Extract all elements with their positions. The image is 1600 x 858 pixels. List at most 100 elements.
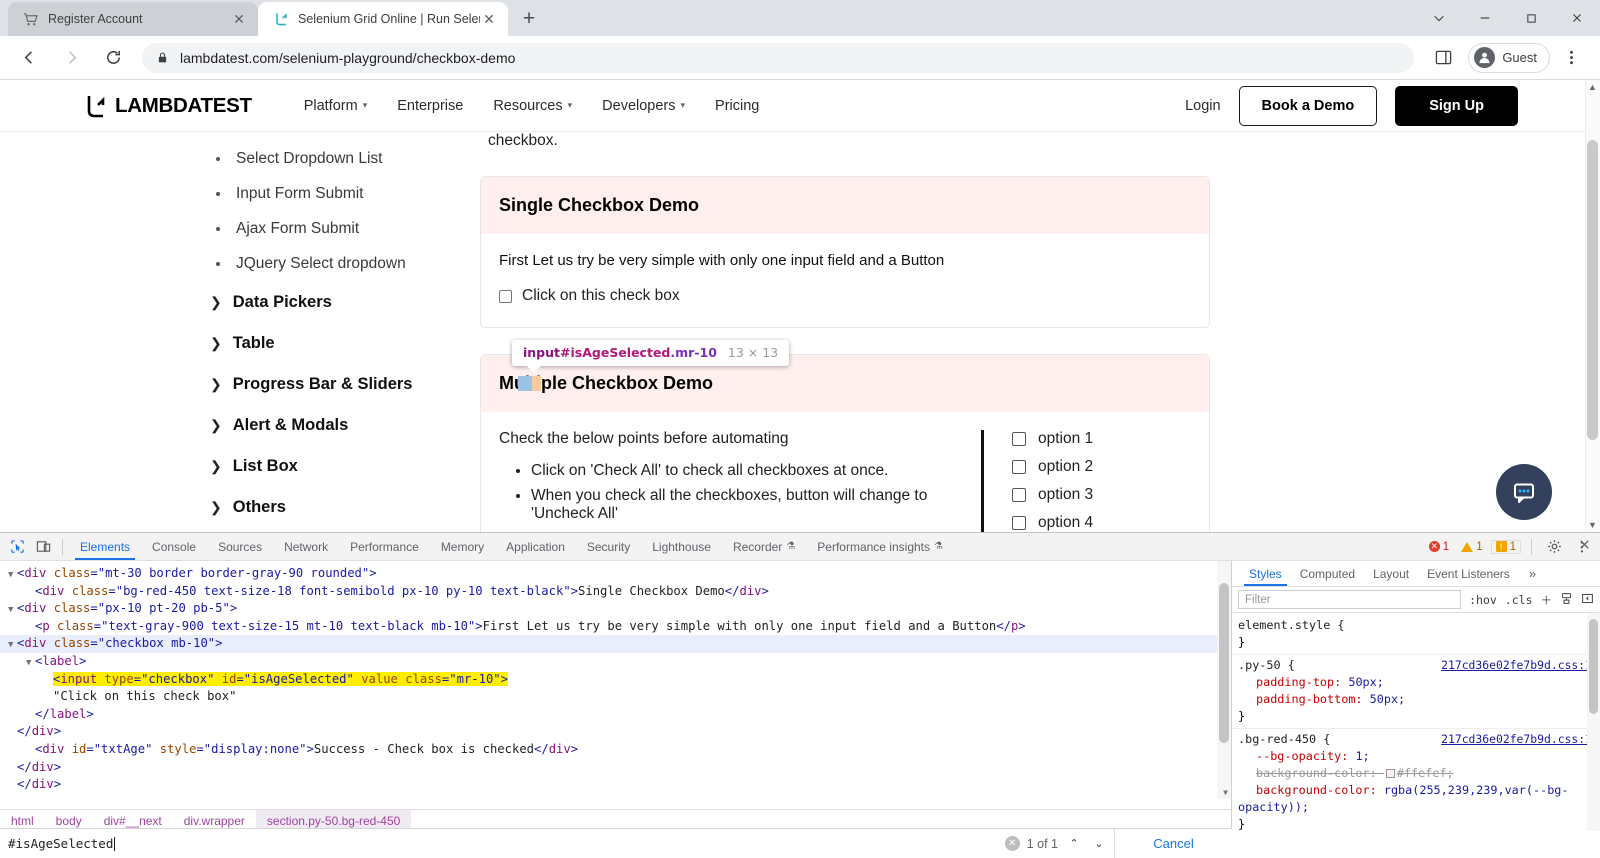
- option-2-checkbox[interactable]: [1012, 460, 1026, 474]
- close-icon[interactable]: ✕: [230, 10, 248, 28]
- search-next-icon[interactable]: ⌄: [1090, 834, 1108, 854]
- book-demo-button[interactable]: Book a Demo: [1239, 86, 1378, 126]
- minimize-icon[interactable]: [1462, 0, 1508, 36]
- sidebar-group-progress-bar-sliders[interactable]: ❯ Progress Bar & Sliders: [210, 364, 480, 405]
- scrollbar-thumb[interactable]: [1589, 619, 1598, 714]
- browser-tab-register-account[interactable]: Register Account ✕: [8, 2, 258, 36]
- issues-badge[interactable]: ! 1: [1491, 540, 1521, 554]
- dom-node-line[interactable]: ▼<div class="mt-30 border border-gray-90…: [0, 565, 1231, 583]
- cancel-search-button[interactable]: Cancel: [1114, 829, 1232, 858]
- error-badge[interactable]: ✕ 1: [1425, 541, 1453, 553]
- chrome-menu-icon[interactable]: [1555, 42, 1587, 74]
- option-4-row[interactable]: option 4: [1012, 514, 1191, 532]
- forward-icon[interactable]: [55, 42, 87, 74]
- sidebar-group-alert-modals[interactable]: ❯ Alert & Modals: [210, 405, 480, 446]
- styles-tab-layout[interactable]: Layout: [1364, 561, 1418, 586]
- option-3-checkbox[interactable]: [1012, 488, 1026, 502]
- style-rule[interactable]: .py-50 {217cd36e02fe7b9d.css:1padding-to…: [1232, 655, 1600, 729]
- style-declaration[interactable]: padding-top: 50px;: [1238, 674, 1600, 691]
- scroll-down-icon[interactable]: ▼: [1223, 788, 1228, 797]
- warning-badge[interactable]: 1: [1457, 541, 1486, 553]
- inspect-element-icon[interactable]: [4, 534, 30, 560]
- devtools-tab-performance-insights[interactable]: Performance insights ⚗: [806, 533, 954, 560]
- dom-scrollbar[interactable]: ▼: [1217, 561, 1231, 799]
- nav-item-pricing[interactable]: Pricing: [715, 98, 759, 114]
- styles-rules-list[interactable]: element.style {}.py-50 {217cd36e02fe7b9d…: [1232, 613, 1600, 831]
- option-4-checkbox[interactable]: [1012, 516, 1026, 530]
- devtools-settings-gear-icon[interactable]: [1542, 535, 1566, 559]
- sidebar-item-input-form-submit[interactable]: Input Form Submit: [210, 177, 480, 212]
- styles-more-tabs-icon[interactable]: »: [1523, 566, 1542, 581]
- sign-up-button[interactable]: Sign Up: [1395, 86, 1518, 126]
- color-swatch-icon[interactable]: [1386, 769, 1395, 778]
- devtools-tab-recorder[interactable]: Recorder ⚗: [722, 533, 806, 560]
- sidebar-item-jquery-select-dropdown[interactable]: JQuery Select dropdown: [210, 247, 480, 282]
- dom-node-line[interactable]: </label>: [0, 706, 1231, 724]
- nav-item-platform[interactable]: Platform ▾: [304, 98, 368, 114]
- devtools-tab-lighthouse[interactable]: Lighthouse: [641, 533, 722, 560]
- sidebar-item-select-dropdown-list[interactable]: Select Dropdown List: [210, 142, 480, 177]
- scrollbar-thumb[interactable]: [1587, 140, 1598, 440]
- address-bar[interactable]: lambdatest.com/selenium-playground/check…: [142, 43, 1414, 73]
- element-classes-icon[interactable]: [1560, 592, 1573, 608]
- styles-tab-styles[interactable]: Styles: [1240, 561, 1291, 586]
- style-declaration[interactable]: padding-bottom: 50px;: [1238, 691, 1600, 708]
- device-toolbar-icon[interactable]: [30, 534, 56, 560]
- devtools-tab-network[interactable]: Network: [273, 533, 339, 560]
- maximize-icon[interactable]: [1508, 0, 1554, 36]
- dom-node-line[interactable]: <div id="txtAge" style="display:none">Su…: [0, 741, 1231, 759]
- dom-node-line[interactable]: ▼<label>: [0, 653, 1231, 671]
- hov-toggle[interactable]: :hov: [1469, 593, 1497, 607]
- profile-button[interactable]: Guest: [1468, 43, 1550, 73]
- devtools-tab-security[interactable]: Security: [576, 533, 641, 560]
- single-checkbox-row[interactable]: Click on this check box: [499, 287, 1191, 305]
- sidebar-group-others[interactable]: ❯ Others: [210, 487, 480, 528]
- toggle-sidebar-icon[interactable]: [1581, 592, 1594, 608]
- dom-node-line[interactable]: ▼<div class="px-10 pt-20 pb-5">: [0, 600, 1231, 618]
- new-tab-button[interactable]: +: [514, 4, 544, 34]
- devtools-tab-sources[interactable]: Sources: [207, 533, 273, 560]
- option-2-row[interactable]: option 2: [1012, 458, 1191, 476]
- devtools-tab-console[interactable]: Console: [141, 533, 207, 560]
- dom-node-line[interactable]: <div class="bg-red-450 text-size-18 font…: [0, 583, 1231, 601]
- dom-node-line[interactable]: ▼<div class="checkbox mb-10">: [0, 635, 1231, 653]
- reload-icon[interactable]: [97, 42, 129, 74]
- dom-tree[interactable]: ▼<div class="mt-30 border border-gray-90…: [0, 561, 1231, 794]
- cls-toggle[interactable]: .cls: [1505, 593, 1533, 607]
- scrollbar-thumb[interactable]: [1219, 583, 1229, 743]
- side-panel-icon[interactable]: [1427, 42, 1459, 74]
- sidebar-group-list-box[interactable]: ❯ List Box: [210, 446, 480, 487]
- dom-node-line[interactable]: <input type="checkbox" id="isAgeSelected…: [0, 671, 1231, 689]
- devtools-tab-elements[interactable]: Elements: [69, 533, 141, 560]
- styles-tab-computed[interactable]: Computed: [1291, 561, 1364, 586]
- sidebar-group-data-pickers[interactable]: ❯ Data Pickers: [210, 282, 480, 323]
- devtools-tab-performance[interactable]: Performance: [339, 533, 430, 560]
- style-rule[interactable]: element.style {}: [1232, 615, 1600, 655]
- browser-tab-selenium-grid[interactable]: Selenium Grid Online | Run Selen ✕: [258, 2, 508, 36]
- devtools-tab-memory[interactable]: Memory: [430, 533, 495, 560]
- search-prev-icon[interactable]: ⌃: [1065, 834, 1083, 854]
- dom-node-line[interactable]: </div>: [0, 723, 1231, 741]
- lambdatest-logo[interactable]: LAMBDATEST: [82, 93, 252, 119]
- login-link[interactable]: Login: [1185, 98, 1220, 114]
- tab-search-chevron-icon[interactable]: [1416, 0, 1462, 36]
- nav-item-enterprise[interactable]: Enterprise: [397, 98, 463, 114]
- option-1-checkbox[interactable]: [1012, 432, 1026, 446]
- dom-node-line[interactable]: <p class="text-gray-900 text-size-15 mt-…: [0, 618, 1231, 636]
- sidebar-item-ajax-form-submit[interactable]: Ajax Form Submit: [210, 212, 480, 247]
- style-declaration[interactable]: background-color: #ffefef;: [1238, 765, 1600, 782]
- dom-node-line[interactable]: </div>: [0, 776, 1231, 794]
- style-rule[interactable]: .bg-red-450 {217cd36e02fe7b9d.css:1--bg-…: [1232, 729, 1600, 831]
- style-declaration[interactable]: background-color: rgba(255,239,239,var(-…: [1238, 782, 1600, 816]
- sidebar-group-table[interactable]: ❯ Table: [210, 323, 480, 364]
- dom-node-line[interactable]: </div>: [0, 759, 1231, 777]
- option-1-row[interactable]: option 1: [1012, 430, 1191, 448]
- clear-search-icon[interactable]: ✕: [1005, 836, 1020, 851]
- stylesheet-source-link[interactable]: 217cd36e02fe7b9d.css:1: [1441, 731, 1592, 748]
- dom-node-line[interactable]: "Click on this check box": [0, 688, 1231, 706]
- styles-filter-input[interactable]: Filter: [1238, 590, 1461, 609]
- scroll-up-icon[interactable]: ▲: [1587, 82, 1598, 92]
- nav-item-resources[interactable]: Resources ▾: [493, 98, 572, 114]
- page-scrollbar[interactable]: ▲ ▼: [1585, 80, 1600, 532]
- nav-item-developers[interactable]: Developers ▾: [602, 98, 685, 114]
